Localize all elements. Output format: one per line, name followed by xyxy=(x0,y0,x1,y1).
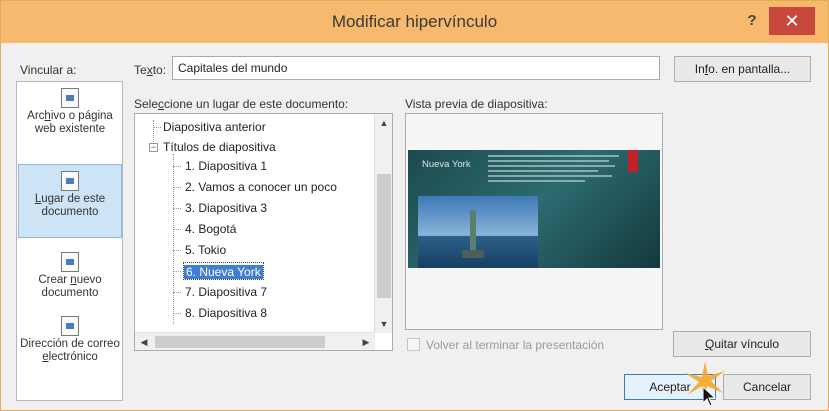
collapse-icon[interactable]: − xyxy=(149,143,158,152)
link-item-label-post: ugar de este documento xyxy=(41,193,106,218)
link-to-new-document[interactable]: Crear nuevo documento xyxy=(18,252,122,300)
dialog-title: Modificar hipervínculo xyxy=(331,12,498,31)
tree-item-label: 7. Diapositiva 7 xyxy=(185,285,268,299)
link-to-email[interactable]: Dirección de correo electrónico xyxy=(18,316,122,364)
tree-item-label: 5. Tokio xyxy=(185,243,227,257)
remove-link-label-accel: Q xyxy=(704,337,715,351)
tree-guide xyxy=(173,187,181,188)
place-label-post: cione un lugar de este documento: xyxy=(164,97,349,111)
title-bar: Modificar hipervínculo ? ✕ xyxy=(1,1,828,43)
tree-item[interactable]: Títulos de diapositiva xyxy=(163,138,276,156)
statue-of-liberty-icon xyxy=(470,210,476,254)
slide-body-text xyxy=(488,155,626,185)
link-to-sidebar: Archivo o página web existente Lugar de … xyxy=(16,81,123,401)
tree-item[interactable]: 8. Diapositiva 8 xyxy=(185,304,267,322)
slide-accent-bar xyxy=(628,150,638,172)
place-in-document-label: Seleccione un lugar de este documento: xyxy=(134,97,348,111)
place-tree[interactable]: Diapositiva anterior − Títulos de diapos… xyxy=(134,113,393,351)
tree-item[interactable]: 3. Diapositiva 3 xyxy=(185,199,267,217)
tree-horizontal-scrollbar[interactable]: ◀ ▶ xyxy=(135,332,375,350)
statue-base xyxy=(462,250,484,258)
scroll-down-icon[interactable]: ▼ xyxy=(375,315,392,333)
tree-item-label: 8. Diapositiva 8 xyxy=(185,306,268,320)
link-item-label-pre: Crear xyxy=(38,274,71,286)
tree-item[interactable]: Diapositiva anterior xyxy=(163,118,266,136)
link-to-existing-file[interactable]: Archivo o página web existente xyxy=(18,88,122,136)
tree-item-label: 1. Diapositiva 1 xyxy=(185,159,268,173)
screentip-button[interactable]: Info. en pantalla... xyxy=(674,56,811,82)
link-to-place-in-document[interactable]: Lugar de este documento xyxy=(18,164,122,238)
tree-item-label: 2. Vamos a conocer un poco xyxy=(185,180,337,194)
tree-item-label: Diapositiva anterior xyxy=(163,120,266,134)
link-to-label: Vincular a: xyxy=(20,63,77,77)
link-item-label-pre: Arc xyxy=(27,110,45,122)
tree-guide xyxy=(153,127,161,128)
statue-photo xyxy=(418,196,538,268)
scroll-right-icon[interactable]: ▶ xyxy=(357,333,375,350)
cancel-button[interactable]: Cancelar xyxy=(723,374,811,400)
slide-title: Nueva York xyxy=(422,159,471,170)
email-icon xyxy=(61,316,79,336)
hyperlink-dialog: Modificar hipervínculo ? ✕ Vincular a: T… xyxy=(0,0,829,411)
display-text-input[interactable]: Capitales del mundo xyxy=(172,56,660,80)
tree-item-selected[interactable]: 6. Nueva York xyxy=(183,262,264,280)
tree-guide xyxy=(173,166,181,167)
web-page-icon xyxy=(61,88,79,108)
slide-preview-label: Vista previa de diapositiva: xyxy=(405,97,548,111)
tree-item[interactable]: 7. Diapositiva 7 xyxy=(185,283,267,301)
close-button[interactable]: ✕ xyxy=(769,7,815,35)
remove-link-button[interactable]: Quitar vínculo xyxy=(673,331,811,357)
link-item-label-post: lectrónico xyxy=(48,351,98,363)
tree-item-label: 3. Diapositiva 3 xyxy=(185,201,268,215)
scroll-thumb[interactable] xyxy=(155,336,325,348)
scroll-up-icon[interactable]: ▲ xyxy=(375,114,392,132)
mouse-pointer-icon xyxy=(703,387,717,407)
document-place-icon xyxy=(61,171,79,191)
slide-preview: Nueva York xyxy=(405,113,663,330)
tree-item-label: 6. Nueva York xyxy=(184,265,263,279)
tree-guide xyxy=(173,313,181,314)
tree-item[interactable]: 2. Vamos a conocer un poco xyxy=(185,178,337,196)
return-after-show-label: Volver al terminar la presentación xyxy=(426,338,605,352)
tree-item-label: 4. Bogotá xyxy=(185,222,237,236)
scroll-thumb[interactable] xyxy=(377,174,391,298)
text-label: Texto: xyxy=(134,63,166,77)
tree-guide xyxy=(173,271,181,272)
tree-vertical-scrollbar[interactable]: ▲ ▼ xyxy=(374,114,392,333)
tree-guide xyxy=(173,250,181,251)
text-label-pre: Te xyxy=(134,63,147,77)
place-label-pre: Sele xyxy=(134,97,159,111)
help-button[interactable]: ? xyxy=(739,9,765,33)
screentip-label-pre: In xyxy=(694,62,705,76)
new-document-icon xyxy=(61,252,79,272)
link-item-label-pre: Dirección de correo xyxy=(20,338,120,350)
text-label-post: to: xyxy=(152,63,167,77)
screentip-label-post: o. en pantalla... xyxy=(708,62,791,76)
tree-item[interactable]: 5. Tokio xyxy=(185,241,226,259)
tree-item[interactable]: 4. Bogotá xyxy=(185,220,236,238)
scroll-left-icon[interactable]: ◀ xyxy=(135,333,153,350)
tree-item[interactable]: 1. Diapositiva 1 xyxy=(185,157,267,175)
return-after-show-checkbox[interactable] xyxy=(407,338,420,351)
tree-guide xyxy=(173,229,181,230)
remove-link-label-post: uitar vínculo xyxy=(714,337,780,351)
tree-guide xyxy=(173,208,181,209)
tree-guide xyxy=(173,154,174,324)
slide-thumbnail: Nueva York xyxy=(408,150,660,268)
tree-item-label: Títulos de diapositiva xyxy=(163,140,276,154)
tree-guide xyxy=(173,292,181,293)
